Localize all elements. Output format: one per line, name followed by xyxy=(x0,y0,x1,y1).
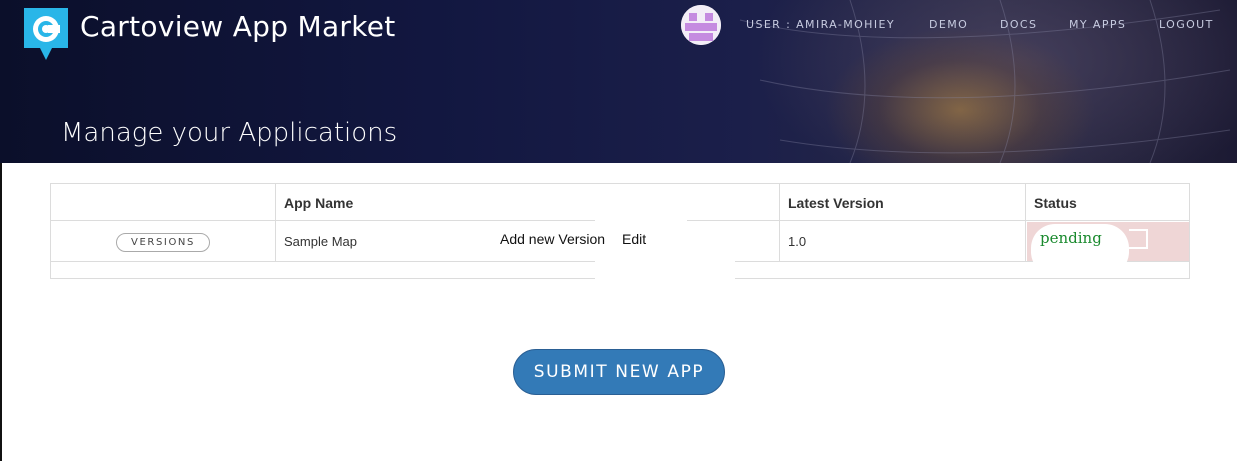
page-title: Manage your Applications xyxy=(61,118,398,148)
action-dropdown-panel-edge xyxy=(619,260,735,280)
nav-user-link[interactable]: USER : AMIRA-MOHIEY xyxy=(746,18,895,31)
column-header-status: Status xyxy=(1034,195,1077,211)
nav-my-apps-link[interactable]: MY APPS xyxy=(1069,18,1126,31)
status-corner-bracket-icon xyxy=(1129,229,1148,249)
app-name-cell: Sample Map xyxy=(284,234,357,249)
app-title[interactable]: Cartoview App Market xyxy=(80,10,396,43)
user-avatar-identicon xyxy=(681,5,721,45)
column-header-app-name: App Name xyxy=(284,195,354,211)
column-header-latest-version: Latest Version xyxy=(788,195,884,211)
nav-demo-link[interactable]: DEMO xyxy=(929,18,968,31)
nav-docs-link[interactable]: DOCS xyxy=(1000,18,1037,31)
apps-table: App Name Latest Version Status VERSIONS … xyxy=(50,183,1190,280)
edit-link[interactable]: Edit xyxy=(622,231,646,247)
nav-logout-link[interactable]: LOGOUT xyxy=(1159,18,1214,31)
column-divider xyxy=(275,184,276,262)
versions-button[interactable]: VERSIONS xyxy=(116,233,210,252)
add-new-version-link[interactable]: Add new Version xyxy=(500,231,605,247)
column-divider xyxy=(779,184,780,262)
page-edge-divider xyxy=(0,163,2,461)
cartoview-logo-icon[interactable] xyxy=(24,8,68,60)
column-divider xyxy=(1025,184,1026,262)
user-avatar[interactable] xyxy=(681,5,721,45)
submit-new-app-button[interactable]: SUBMIT NEW APP xyxy=(513,349,725,395)
status-badge: pending xyxy=(1040,229,1102,247)
latest-version-cell: 1.0 xyxy=(788,234,807,249)
